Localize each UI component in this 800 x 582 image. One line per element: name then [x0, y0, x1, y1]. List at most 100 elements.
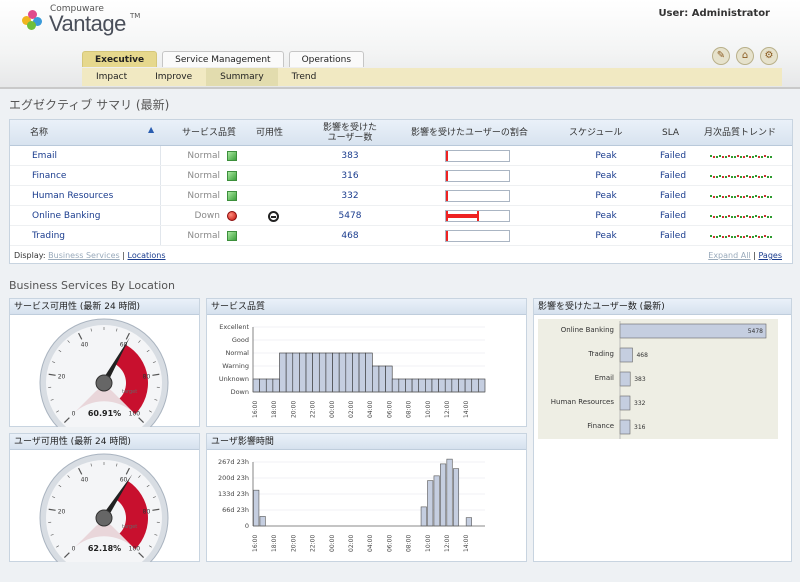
- trend-mark: [764, 175, 766, 177]
- trend-sparkline: [710, 215, 772, 218]
- service-name[interactable]: Online Banking: [32, 206, 100, 226]
- trend-mark: [710, 175, 712, 177]
- x-tick-label: 20:00: [290, 535, 297, 552]
- affected-users-value[interactable]: 332: [330, 186, 370, 206]
- affected-users-value[interactable]: 5478: [330, 206, 370, 226]
- bar-value-label: 383: [634, 376, 646, 383]
- pages-link[interactable]: Pages: [758, 251, 782, 260]
- trend-mark: [743, 216, 745, 218]
- trend-mark: [734, 196, 736, 198]
- home-icon[interactable]: ⌂: [736, 47, 754, 65]
- status-ok-icon: [227, 231, 237, 241]
- service-name[interactable]: Trading: [32, 226, 65, 246]
- gauge-tick-label: 20: [58, 508, 66, 515]
- trend-mark: [734, 156, 736, 158]
- business-services-link[interactable]: Business Services: [48, 251, 120, 260]
- subtab-improve[interactable]: Improve: [141, 68, 206, 86]
- bar-value-label: 468: [636, 352, 648, 359]
- user-availability-title: ユーザ可用性 (最新 24 時間): [10, 434, 199, 450]
- sort-asc-icon[interactable]: ▲: [148, 125, 154, 135]
- x-tick-label: 18:00: [271, 401, 278, 418]
- status-ok-icon: [227, 171, 237, 181]
- quality-bar: [259, 378, 267, 393]
- tools-icon[interactable]: ✎: [712, 47, 730, 65]
- trend-mark: [761, 156, 763, 158]
- affected-users-value[interactable]: 468: [330, 226, 370, 246]
- service-name[interactable]: Human Resources: [32, 186, 113, 206]
- subtab-impact[interactable]: Impact: [82, 68, 141, 86]
- table-row[interactable]: Email Normal 383 Peak Failed: [10, 146, 792, 166]
- col-trend[interactable]: 月次品質トレンド: [704, 128, 776, 138]
- quality-text: Normal: [187, 191, 220, 201]
- service-name[interactable]: Email: [32, 146, 57, 166]
- category-label: Email: [595, 374, 614, 382]
- trend-mark: [749, 236, 751, 238]
- table-row[interactable]: Trading Normal 468 Peak Failed: [10, 226, 792, 246]
- col-sla[interactable]: SLA: [662, 128, 679, 138]
- affected-users-title: 影響を受けたユーザー数 (最新): [534, 299, 791, 315]
- settings-icon[interactable]: ⚙: [760, 47, 778, 65]
- trend-mark: [734, 236, 736, 238]
- bar-value-label: 5478: [748, 328, 763, 335]
- tab-executive[interactable]: Executive: [82, 51, 158, 67]
- tab-service-management[interactable]: Service Management: [162, 51, 284, 67]
- status-down-icon: [227, 211, 237, 221]
- quality-bar: [285, 352, 294, 393]
- user-impact-panel: ユーザ影響時間 267d 23h 200d 23h 133d 23h 66d 23h 0…: [206, 433, 527, 562]
- schedule-value: Peak: [595, 171, 617, 181]
- trend-mark: [755, 195, 757, 197]
- trend-mark: [725, 216, 727, 218]
- affected-users-value[interactable]: 316: [330, 166, 370, 186]
- col-schedule[interactable]: スケジュール: [569, 128, 622, 138]
- header-divider: [0, 87, 800, 89]
- x-tick-label: 14:00: [463, 535, 470, 552]
- y-tick-label: 0: [245, 522, 249, 530]
- unavailable-icon: [268, 211, 279, 222]
- service-name[interactable]: Finance: [32, 166, 66, 186]
- col-ratio[interactable]: 影響を受けたユーザーの割合: [411, 128, 528, 138]
- quality-bar: [325, 352, 333, 393]
- trend-mark: [770, 236, 772, 238]
- affected-ratio-fill: [446, 171, 448, 181]
- affected-users-value[interactable]: 383: [330, 146, 370, 166]
- schedule-value: Peak: [595, 191, 617, 201]
- table-row[interactable]: Online Banking Down 5478 Peak Failed: [10, 206, 792, 226]
- col-quality[interactable]: サービス品質: [182, 128, 236, 138]
- quality-bar: [292, 352, 300, 393]
- impact-bar: [465, 517, 472, 527]
- col-availability[interactable]: 可用性: [256, 128, 283, 138]
- location-title: Business Services By Location: [9, 279, 175, 292]
- x-tick-label: 00:00: [329, 535, 336, 552]
- table-row[interactable]: Human Resources Normal 332 Peak Failed: [10, 186, 792, 206]
- col-name[interactable]: 名称: [30, 128, 48, 138]
- affected-ratio-fill: [446, 231, 448, 241]
- subtab-summary[interactable]: Summary: [206, 68, 278, 86]
- trend-sparkline: [710, 195, 772, 198]
- x-tick-label: 06:00: [386, 401, 393, 418]
- affected-ratio-fill: [446, 211, 479, 221]
- table-row[interactable]: Finance Normal 316 Peak Failed: [10, 166, 792, 186]
- locations-link[interactable]: Locations: [128, 251, 166, 260]
- y-tick-label: 267d 23h: [218, 458, 249, 466]
- trend-mark: [725, 196, 727, 198]
- sla-value: Failed: [659, 231, 687, 241]
- col-users[interactable]: 影響を受けた ユーザー数: [315, 123, 385, 143]
- expand-all-link[interactable]: Expand All: [708, 251, 750, 260]
- trend-mark: [713, 236, 715, 238]
- x-tick-label: 10:00: [425, 401, 432, 418]
- category-label: Online Banking: [561, 326, 614, 334]
- trend-mark: [722, 176, 724, 178]
- trend-mark: [746, 215, 748, 217]
- trend-mark: [713, 196, 715, 198]
- bar-value-label: 332: [634, 400, 646, 407]
- trend-mark: [767, 216, 769, 218]
- service-availability-title: サービス可用性 (最新 24 時間): [10, 299, 199, 315]
- status-ok-icon: [227, 191, 237, 201]
- quality-bar: [365, 352, 373, 393]
- subtab-trend[interactable]: Trend: [278, 68, 331, 86]
- y-tick-label: Down: [231, 388, 249, 396]
- trend-mark: [737, 215, 739, 217]
- tab-operations[interactable]: Operations: [288, 51, 365, 67]
- quality-bar: [338, 352, 347, 393]
- trend-mark: [740, 236, 742, 238]
